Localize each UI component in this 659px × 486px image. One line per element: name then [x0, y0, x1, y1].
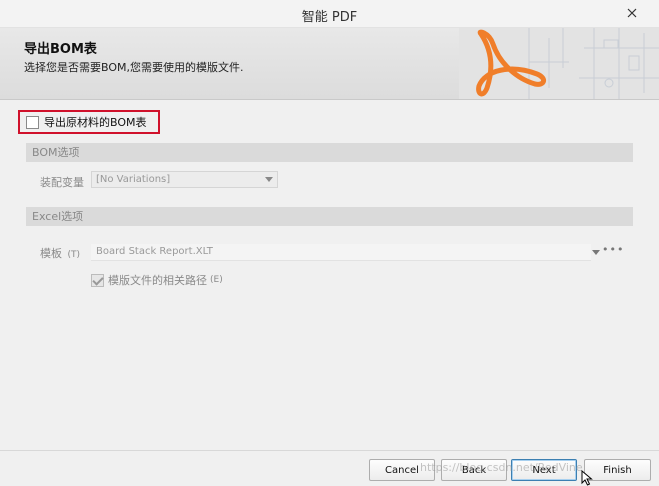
- export-bom-checkbox[interactable]: 导出原材料的BOM表: [18, 110, 160, 134]
- bom-options-header: BOM选项: [26, 143, 633, 162]
- relative-path-checkbox[interactable]: 模版文件的相关路径 (E): [91, 272, 223, 288]
- cancel-button[interactable]: Cancel: [369, 459, 435, 481]
- checkbox-box[interactable]: [26, 115, 39, 129]
- wizard-header: 导出BOM表 选择您是否需要BOM,您需要使用的模版文件.: [0, 28, 659, 100]
- pdf-logo-icon: [459, 28, 659, 99]
- template-field[interactable]: Board Stack Report.XLT: [91, 244, 591, 261]
- back-button[interactable]: Back: [441, 459, 507, 481]
- page-title: 导出BOM表: [24, 42, 97, 57]
- template-browse-icon[interactable]: •••: [602, 243, 624, 256]
- assembly-variant-value: [No Variations]: [96, 174, 171, 185]
- relative-path-shortcut: (E): [210, 275, 223, 285]
- next-button[interactable]: Next: [511, 459, 577, 481]
- finish-button[interactable]: Finish: [584, 459, 651, 481]
- wizard-footer: Cancel Back Next Finish https://blog.csd…: [0, 450, 659, 486]
- template-label-text: 模板: [40, 247, 62, 260]
- chevron-down-icon: [265, 177, 273, 182]
- page-subtitle: 选择您是否需要BOM,您需要使用的模版文件.: [24, 61, 244, 74]
- template-dropdown-icon[interactable]: [592, 250, 600, 255]
- excel-options-header: Excel选项: [26, 207, 633, 226]
- template-shortcut: (T): [67, 250, 81, 260]
- close-button[interactable]: [617, 2, 647, 24]
- assembly-variant-select[interactable]: [No Variations]: [91, 171, 278, 188]
- export-bom-label: 导出原材料的BOM表: [44, 116, 147, 129]
- checkmark-icon[interactable]: [91, 273, 104, 287]
- close-icon: [627, 8, 637, 18]
- title-bar: 智能 PDF: [0, 0, 659, 28]
- template-label: 模板 (T): [40, 245, 80, 261]
- window-title: 智能 PDF: [301, 10, 358, 25]
- wizard-content: 导出原材料的BOM表 BOM选项 装配变量 [No Variations] Ex…: [0, 100, 659, 450]
- assembly-variant-label: 装配变量: [40, 176, 84, 189]
- relative-path-label: 模版文件的相关路径: [108, 274, 207, 287]
